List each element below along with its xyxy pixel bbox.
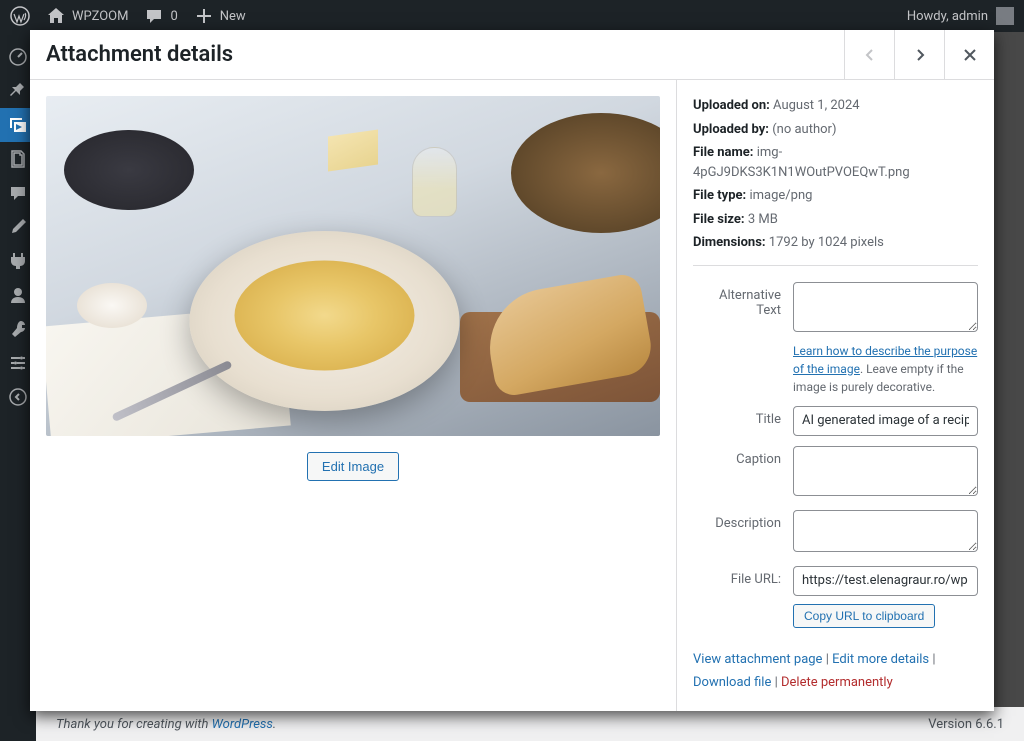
meta-file-size: File size: 3 MB [693,210,978,230]
media-icon [8,115,28,135]
attachment-image-preview[interactable] [46,96,660,436]
modal-image-panel: Edit Image [30,80,676,711]
home-icon [46,6,66,26]
attachment-action-links: View attachment page | Edit more details… [693,648,978,695]
comments-icon [8,183,28,203]
file-url-input[interactable] [793,566,978,596]
meta-divider [693,265,978,266]
comments-count: 0 [170,9,177,24]
chevron-left-icon [860,45,880,65]
meta-file-type: File type: image/png [693,186,978,206]
caption-label: Caption [693,446,793,467]
view-attachment-link[interactable]: View attachment page [693,652,822,667]
delete-permanently-link[interactable]: Delete permanently [781,675,893,690]
plus-icon [194,6,214,26]
comments-link[interactable]: 0 [144,6,177,26]
new-content-link[interactable]: New [194,6,246,26]
attachment-details-modal: Attachment details [30,30,994,711]
howdy-text: Howdy, admin [907,9,988,24]
close-modal-button[interactable] [944,30,994,80]
settings-icon [8,353,28,373]
download-file-link[interactable]: Download file [693,675,771,690]
site-name-link[interactable]: WPZOOM [46,6,128,26]
meta-uploaded-on: Uploaded on: August 1, 2024 [693,96,978,116]
next-attachment-button[interactable] [894,30,944,80]
brush-icon [8,217,28,237]
alt-text-input[interactable] [793,282,978,332]
wordpress-icon [10,6,30,26]
modal-details-panel: Uploaded on: August 1, 2024 Uploaded by:… [676,80,994,711]
edit-image-button[interactable]: Edit Image [307,452,399,481]
admin-bar: WPZOOM 0 New Howdy, admin [0,0,1024,32]
chevron-right-icon [910,45,930,65]
file-url-label: File URL: [693,566,793,587]
users-icon [8,285,28,305]
collapse-icon [8,387,28,407]
description-label: Description [693,510,793,531]
account-menu[interactable]: Howdy, admin [907,7,1014,25]
close-icon [960,45,980,65]
alt-text-label: Alternative Text [693,282,793,318]
title-label: Title [693,406,793,427]
caption-input[interactable] [793,446,978,496]
footer-wordpress-link[interactable]: WordPress [212,717,273,732]
footer-thanks-prefix: Thank you for creating with [56,717,212,732]
modal-title: Attachment details [46,42,233,67]
alt-text-help: Learn how to describe the purpose of the… [793,342,978,396]
description-input[interactable] [793,510,978,552]
pages-icon [8,149,28,169]
copy-url-button[interactable]: Copy URL to clipboard [793,604,935,628]
dashboard-icon [8,47,28,67]
comment-icon [144,6,164,26]
footer-version: Version 6.6.1 [928,717,1004,732]
site-name-text: WPZOOM [72,9,128,24]
admin-footer: Thank you for creating with WordPress. V… [36,707,1024,741]
title-input[interactable] [793,406,978,436]
plugin-icon [8,251,28,271]
meta-file-name: File name: img-4pGJ9DKS3K1N1WOutPVOEQwT.… [693,143,978,182]
modal-header: Attachment details [30,30,994,80]
tools-icon [8,319,28,339]
meta-dimensions: Dimensions: 1792 by 1024 pixels [693,233,978,253]
prev-attachment-button [844,30,894,80]
wp-logo[interactable] [10,6,30,26]
avatar [996,7,1014,25]
edit-more-details-link[interactable]: Edit more details [832,652,929,667]
pin-icon [8,81,28,101]
meta-uploaded-by: Uploaded by: (no author) [693,120,978,140]
new-label: New [220,9,246,24]
